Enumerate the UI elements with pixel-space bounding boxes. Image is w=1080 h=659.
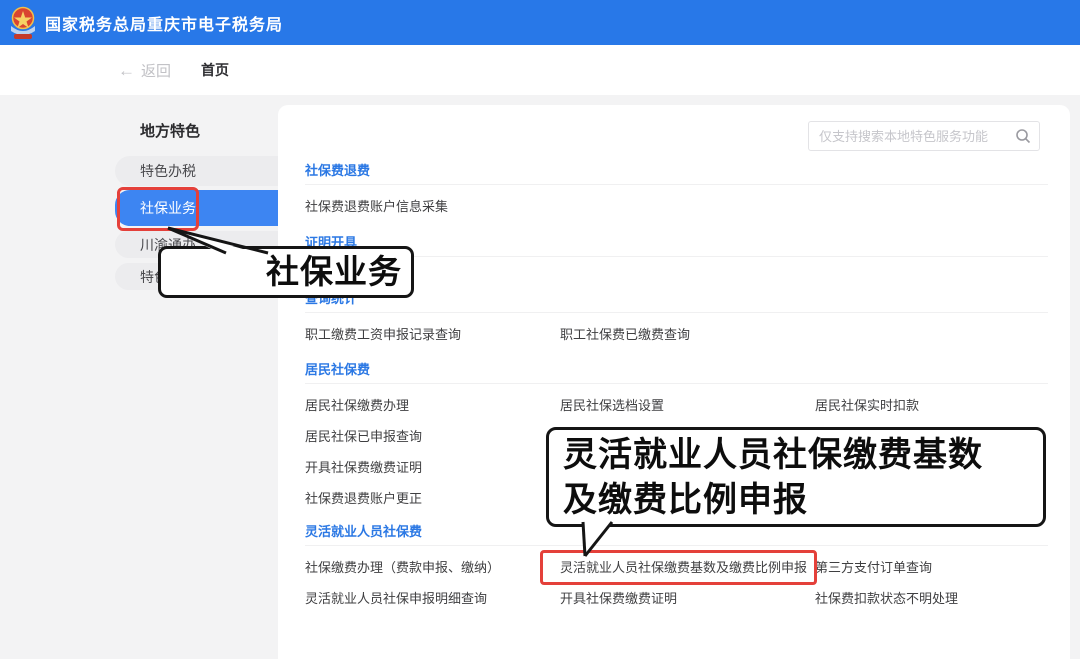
menu-item[interactable]: 居民社保已申报查询: [305, 428, 560, 446]
site-title: 国家税务总局重庆市电子税务局: [45, 11, 283, 35]
section-shebaofei-tuifei: 社保费退费 社保费退费账户信息采集: [305, 162, 1048, 216]
app-window: 国家税务总局重庆市电子税务局 ←返回 首页 地方特色 特色办税 社保业务 川渝通…: [0, 0, 1080, 659]
section-title: 居民社保费: [305, 361, 1048, 384]
menu-item[interactable]: 开具社保费缴费证明: [305, 459, 560, 477]
menu-item[interactable]: 居民社保缴费办理: [305, 397, 560, 415]
callout-tail-icon: [158, 220, 278, 260]
callout-tail-icon: [565, 520, 625, 565]
annotation-callout-menu: 灵活就业人员社保缴费基数 及缴费比例申报: [546, 427, 1046, 527]
top-header: 国家税务总局重庆市电子税务局: [0, 0, 1080, 45]
secondary-nav: ←返回 首页: [0, 45, 1080, 95]
page-body: 地方特色 特色办税 社保业务 川渝通办 特色 社保费退费 社保费退费账户信息采: [0, 95, 1080, 659]
back-button[interactable]: ←返回: [118, 60, 171, 81]
home-breadcrumb[interactable]: 首页: [201, 60, 229, 80]
menu-item: [815, 326, 1048, 344]
section-chaxun-tongji: 查询统计 职工缴费工资申报记录查询 职工社保费已缴费查询: [305, 290, 1048, 344]
menu-item[interactable]: 社保费扣款状态不明处理: [815, 590, 1048, 608]
menu-item[interactable]: 灵活就业人员社保申报明细查询: [305, 590, 560, 608]
menu-item[interactable]: 居民社保实时扣款: [815, 397, 1048, 415]
menu-item[interactable]: 第三方支付订单查询: [815, 559, 1048, 577]
section-title: 社保费退费: [305, 162, 1048, 185]
callout-line: 灵活就业人员社保缴费基数: [563, 433, 1029, 478]
menu-item[interactable]: 居民社保选档设置: [560, 397, 815, 415]
menu-item[interactable]: 职工社保费已缴费查询: [560, 326, 815, 344]
menu-item[interactable]: 社保缴费办理（费款申报、缴纳）: [305, 559, 560, 577]
search-icon[interactable]: [1015, 128, 1031, 144]
back-arrow-icon: ←: [118, 61, 135, 80]
menu-item[interactable]: 职工缴费工资申报记录查询: [305, 326, 560, 344]
menu-item: [815, 198, 1048, 216]
menu-item[interactable]: 开具社保费缴费证明: [560, 590, 815, 608]
sidebar-item-tese-banshui[interactable]: 特色办税: [115, 156, 280, 186]
sidebar-title: 地方特色: [140, 123, 200, 141]
menu-item: [560, 198, 815, 216]
tax-bureau-logo-icon: [9, 6, 37, 42]
content-card: 社保费退费 社保费退费账户信息采集 证明开具 查询统计: [278, 105, 1070, 659]
section-linghuo-jiuye: 灵活就业人员社保费 社保缴费办理（费款申报、缴纳） 灵活就业人员社保缴费基数及缴…: [305, 523, 1048, 608]
menu-item[interactable]: 社保费退费账户信息采集: [305, 198, 560, 216]
search-box: [808, 121, 1040, 151]
section-zhengming-kaiju: 证明开具: [305, 234, 1048, 270]
search-input[interactable]: [808, 121, 1040, 151]
section-title: 证明开具: [305, 234, 1048, 257]
menu-item[interactable]: 社保费退费账户更正: [305, 490, 560, 508]
section-title: 查询统计: [305, 290, 1048, 313]
callout-line: 及缴费比例申报: [563, 478, 1029, 523]
